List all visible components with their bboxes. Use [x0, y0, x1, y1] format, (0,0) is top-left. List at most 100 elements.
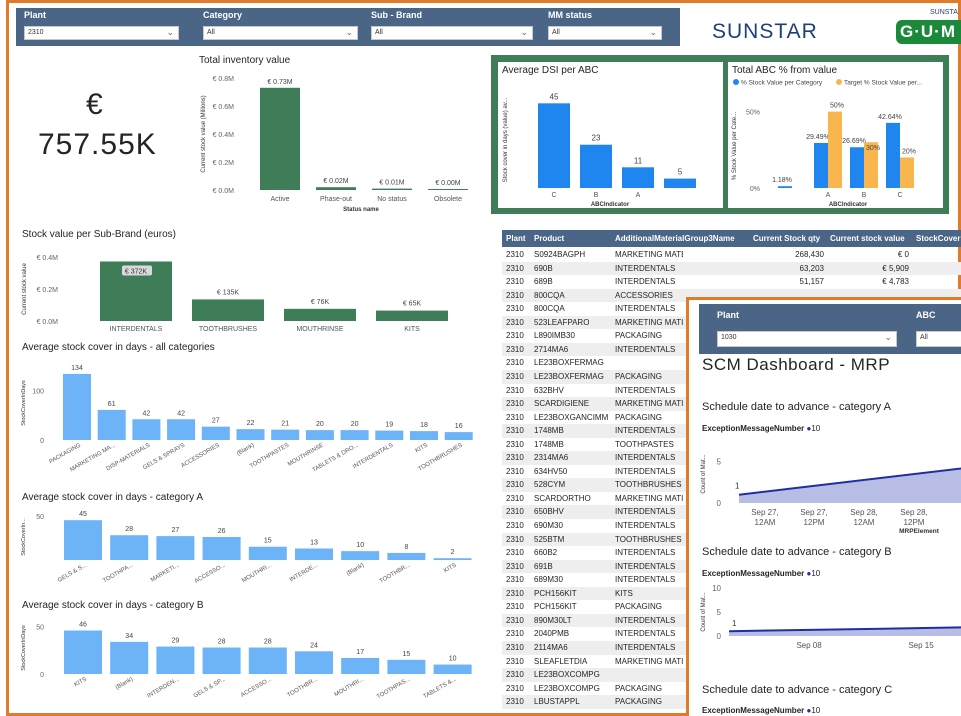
slicer-category-dropdown[interactable]: All ⌄: [203, 26, 358, 40]
data-label: 34: [125, 633, 133, 640]
table-cell: 690M30: [534, 521, 563, 530]
bar: [433, 664, 472, 674]
x-tick-label: 12PM: [904, 518, 925, 527]
slicer-subbrand: Sub - Brand All ⌄: [371, 8, 536, 46]
table-cell: LE23BOXCOMPG: [534, 683, 600, 693]
x-tick-label: GELS & SP...: [193, 676, 227, 699]
data-label: 10: [449, 656, 457, 663]
x-tick-label: ACCESSO...: [194, 562, 227, 585]
table-cell: INTERDENTALS: [615, 344, 676, 354]
slicer-mmstatus-dropdown[interactable]: All ⌄: [548, 26, 662, 40]
bar: [410, 431, 438, 440]
bar: [284, 308, 356, 321]
table-cell: 2310: [506, 588, 524, 598]
filter-bar: Plant 2310 ⌄ Category All ⌄ Sub - Brand Al…: [16, 8, 680, 46]
table-cell: 2310: [506, 697, 524, 707]
cover-a-chart: StockCoverIn...50 45GELS & S...28TOOTHPA.…: [21, 511, 472, 585]
chevron-down-icon: ⌄: [345, 27, 353, 37]
x-axis-label: ABCIndicator: [591, 202, 630, 208]
table-cell: 2040PMB: [534, 629, 570, 639]
table-cell: 2310: [506, 399, 524, 409]
table-cell: 2310: [506, 642, 524, 652]
table-cell: LE23BOXFERMAG: [534, 371, 604, 381]
table-cell: TOOTHBRUSHES: [615, 480, 682, 490]
table-row[interactable]: 2310 689B INTERDENTALS 51,157 € 4,783: [502, 275, 961, 289]
chevron-down-icon: ⌄: [166, 27, 174, 37]
table-header-product[interactable]: Product: [534, 234, 564, 243]
table-cell: 523LEAFPARO: [534, 317, 590, 327]
abc-pct-card: Total ABC % from value % Stock Value per…: [728, 62, 943, 208]
slicer-plant-dropdown[interactable]: 2310 ⌄: [24, 26, 179, 40]
data-label: € 0.02M: [323, 178, 348, 185]
x-tick-label: (Blank): [346, 563, 365, 578]
table-cell: 2310: [506, 304, 524, 314]
x-tick-label: No status: [377, 196, 407, 203]
dsi-abc-card: Average DSI per ABC Stock cover in days …: [498, 62, 723, 208]
table-header-value[interactable]: Current stock value: [830, 234, 905, 243]
cover-b-title: Average stock cover in days - category B: [22, 600, 204, 611]
scm-section-b-title: Schedule date to advance - category B: [702, 546, 892, 558]
abc-pct-chart: % Stock Value per Category Target % Stock…: [732, 79, 922, 208]
y-axis-label: Current stock value: [22, 263, 28, 315]
table-cell: 2310: [506, 317, 524, 327]
y-tick-label: 5: [717, 458, 722, 467]
scm-slicer-plant-label: Plant: [717, 310, 740, 320]
y-tick-label: 10: [712, 584, 721, 593]
table-header-group[interactable]: AdditionalMaterialGroup3Name: [615, 234, 735, 243]
x-tick-label: TOOTHPA...: [102, 562, 134, 584]
y-tick-label: 50%: [746, 110, 760, 117]
table-cell: 1748MB: [534, 439, 564, 449]
data-label: 1: [735, 482, 740, 491]
data-label: 24: [310, 642, 318, 649]
data-label: 19: [385, 422, 393, 429]
data-label: 28: [218, 639, 226, 646]
dsi-abc-title: Average DSI per ABC: [502, 65, 599, 76]
table-header-qty[interactable]: Current Stock qty: [753, 234, 820, 243]
table-cell: 2314MA6: [534, 453, 569, 463]
data-label: 17: [356, 649, 364, 656]
y-axis-label: % Stock Value per Cate...: [732, 112, 738, 181]
table-row[interactable]: 2310 690B INTERDENTALS 63,203 € 5,909: [502, 261, 961, 276]
table-cell: S0924BAGPH: [534, 250, 586, 259]
table-cell: 689M30: [534, 575, 563, 585]
table-cell: € 0: [897, 250, 909, 259]
table-header-stockcover[interactable]: StockCover: [916, 234, 960, 243]
bar: [828, 111, 842, 188]
table-cell: 800CQA: [534, 290, 565, 300]
table-row[interactable]: 2310 S0924BAGPH MARKETING MATERIALS 268,430…: [502, 248, 961, 262]
table-header-plant[interactable]: Plant: [506, 234, 526, 243]
cover-a-title: Average stock cover in days - category A: [22, 492, 204, 503]
table-cell: 2310: [506, 507, 524, 517]
table-cell: INTERDENTALS: [615, 507, 676, 517]
scm-slicer-plant-dropdown[interactable]: 1030 ⌄: [717, 331, 897, 347]
scm-slicer-abc-value: All: [920, 334, 928, 341]
scm-slicer-abc-dropdown[interactable]: All: [916, 331, 961, 347]
data-label: € 0.73M: [267, 79, 292, 86]
x-tick-label: INTERDE...: [289, 562, 319, 583]
table-cell: MARKETING MATI: [615, 656, 683, 666]
slicer-subbrand-dropdown[interactable]: All ⌄: [371, 26, 533, 40]
y-tick-label: 0: [40, 672, 44, 679]
y-axis-label: StockCoverIn...: [21, 518, 27, 556]
table-cell: 51,157: [799, 277, 824, 287]
data-label: 2: [451, 549, 455, 556]
sunstar-small-logo: SUNSTA: [930, 9, 958, 16]
x-axis-label: Status name: [343, 207, 379, 213]
bar: [341, 551, 380, 560]
bar: [202, 537, 241, 560]
table-cell: 2310: [506, 453, 524, 463]
y-tick-label: 0: [717, 499, 722, 508]
table-cell: INTERDENTALS: [615, 521, 676, 530]
x-tick-label: KITS: [73, 677, 88, 689]
slicer-mmstatus: MM status All ⌄: [548, 8, 678, 46]
table-cell: TOOTHPASTES: [615, 439, 674, 449]
data-label: 134: [71, 365, 83, 372]
x-axis-label: ABCIndicator: [829, 202, 868, 208]
table-cell: MARKETING MATI: [615, 317, 683, 327]
table-cell: 2310: [506, 371, 524, 381]
scm-slicer-plant-value: 1030: [721, 334, 737, 341]
table-cell: L890IMB30: [534, 331, 575, 341]
y-tick-label: € 0.0M: [37, 319, 59, 326]
x-tick-label: PACKAGING: [48, 442, 82, 465]
x-tick-label: Sep 28,: [850, 508, 878, 517]
